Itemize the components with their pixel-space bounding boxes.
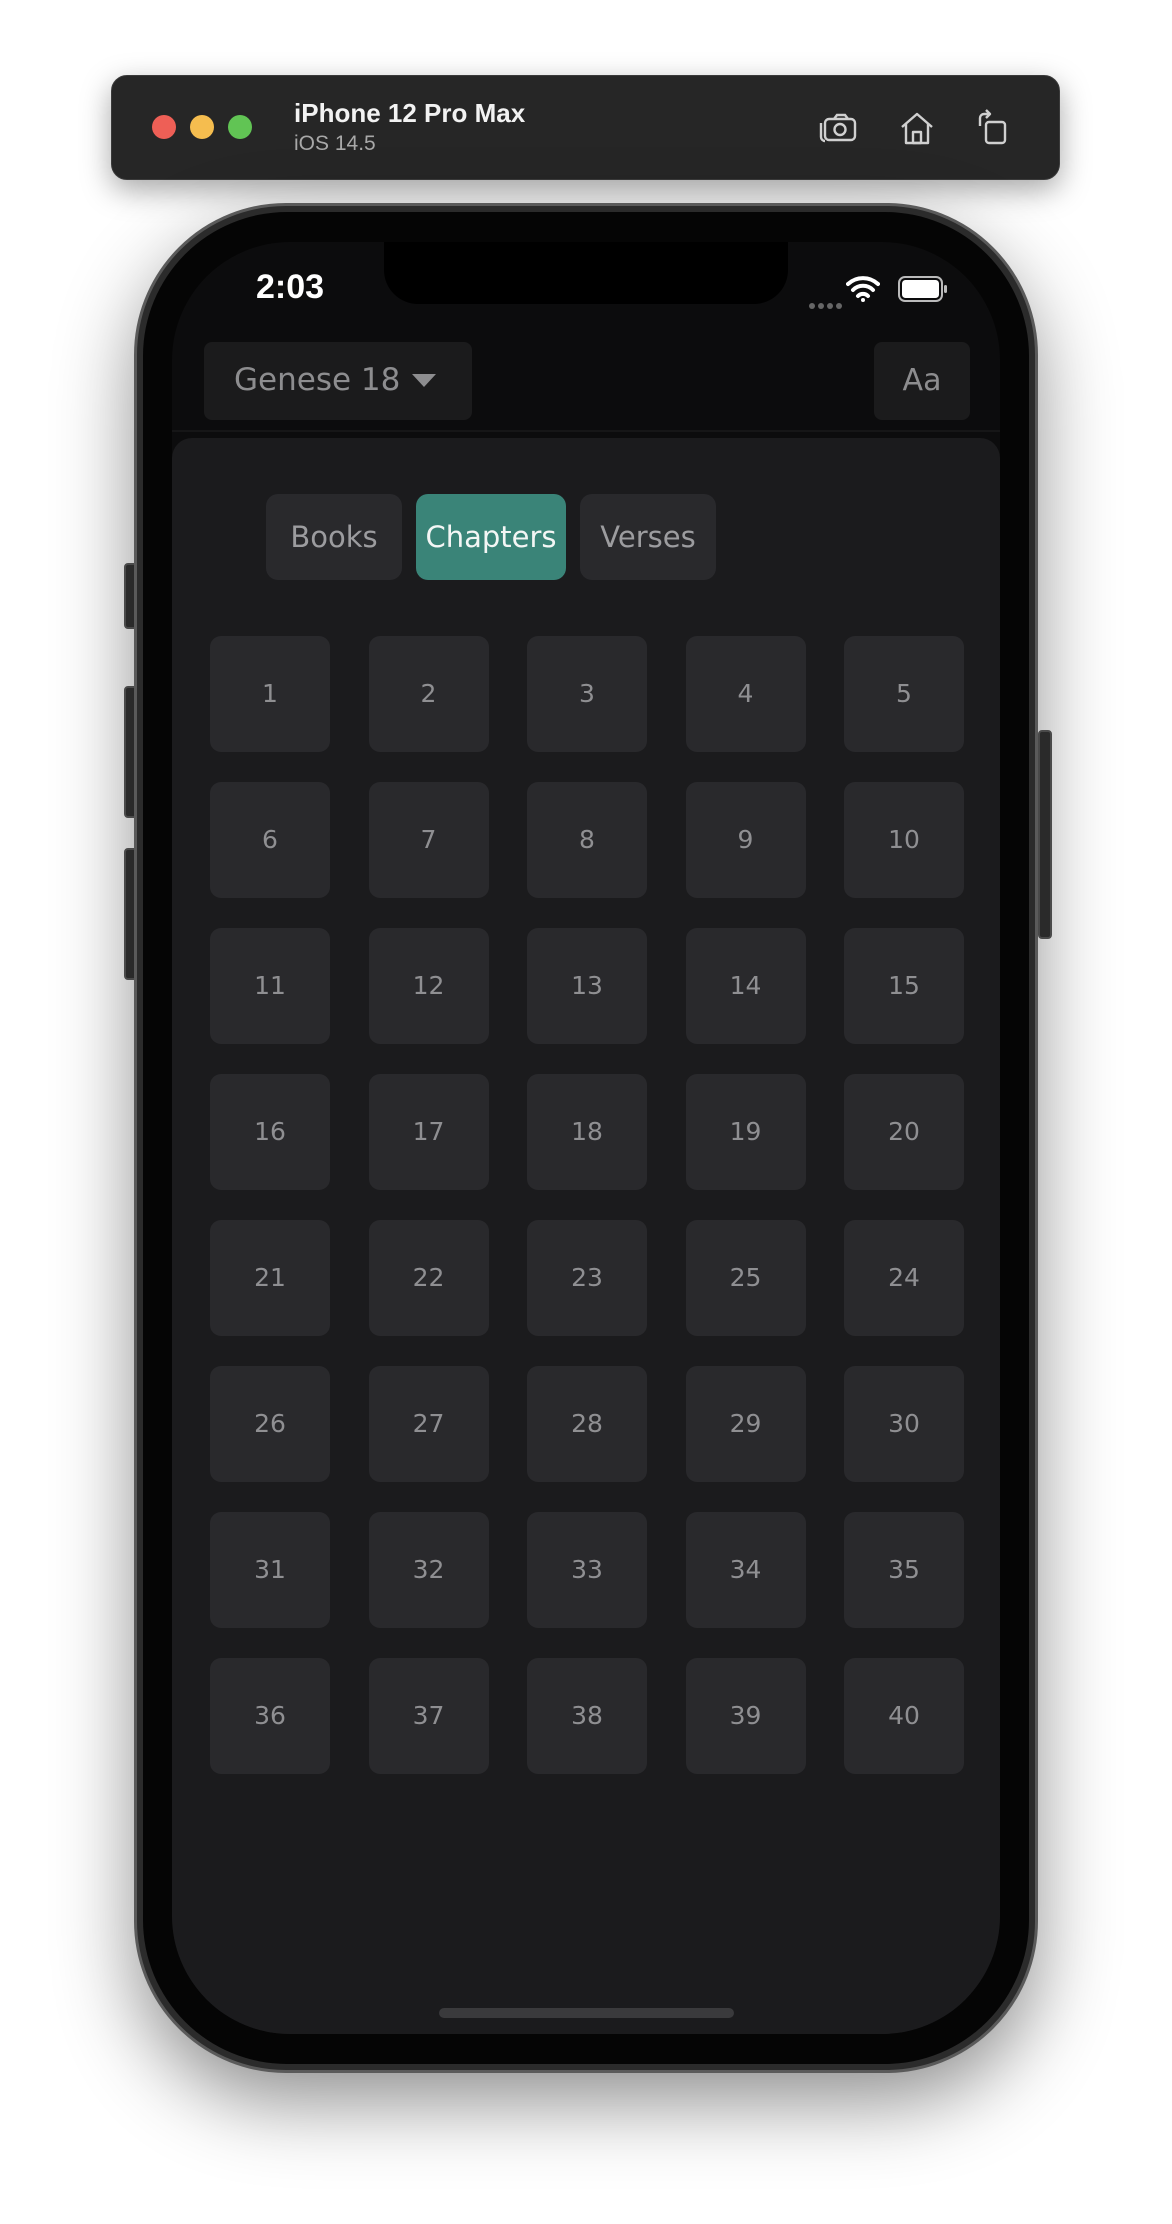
cellular-icon <box>809 294 845 313</box>
chapter-button[interactable]: 13 <box>527 928 647 1044</box>
header-divider <box>172 430 1000 432</box>
chapter-button[interactable]: 17 <box>368 1074 489 1190</box>
chapter-button[interactable]: 1 <box>210 636 330 752</box>
chapter-button[interactable]: 36 <box>210 1658 330 1774</box>
chapter-button[interactable]: 30 <box>844 1366 964 1482</box>
tab-books[interactable]: Books <box>266 494 402 580</box>
chapter-button[interactable]: 35 <box>844 1512 964 1628</box>
chapter-button[interactable]: 29 <box>685 1366 806 1482</box>
chapter-button[interactable]: 7 <box>368 782 489 898</box>
home-indicator[interactable] <box>439 2008 734 2018</box>
font-settings-button[interactable]: Aa <box>874 342 970 420</box>
chapter-button[interactable]: 16 <box>210 1074 330 1190</box>
close-window-button[interactable] <box>152 115 176 139</box>
chapter-button[interactable]: 28 <box>527 1366 647 1482</box>
chapter-button[interactable]: 26 <box>210 1366 330 1482</box>
book-chapter-selector[interactable]: Genese 18 <box>204 342 472 420</box>
chapter-button[interactable]: 27 <box>368 1366 489 1482</box>
minimize-window-button[interactable] <box>190 115 214 139</box>
chapter-button[interactable]: 39 <box>685 1658 806 1774</box>
chapter-button[interactable]: 10 <box>844 782 964 898</box>
tab-verses[interactable]: Verses <box>580 494 716 580</box>
chapter-button[interactable]: 19 <box>685 1074 806 1190</box>
chapter-button[interactable]: 3 <box>527 636 647 752</box>
chapter-button[interactable]: 34 <box>685 1512 806 1628</box>
chapter-button[interactable]: 12 <box>368 928 489 1044</box>
chapter-button[interactable]: 8 <box>527 782 647 898</box>
chapter-button[interactable]: 24 <box>844 1220 964 1336</box>
chapter-button[interactable]: 9 <box>685 782 806 898</box>
chapter-grid: 1 2 3 4 5 6 7 8 9 10 11 12 13 14 15 16 17 18 19 20 21 22 23 25 2… <box>210 636 964 1774</box>
rotate-icon[interactable] <box>971 106 1015 150</box>
chapter-button[interactable]: 4 <box>685 636 806 752</box>
chapter-button[interactable]: 18 <box>527 1074 647 1190</box>
device-name: iPhone 12 Pro Max <box>294 98 526 128</box>
phone-screen: 2:03 Genese 18 Aa Books Chapters Verses … <box>172 242 1000 2034</box>
chapter-picker-panel: Books Chapters Verses 1 2 3 4 5 6 7 8 9 10 11 12 13 1… <box>172 438 1000 2034</box>
chapter-button[interactable]: 25 <box>685 1220 806 1336</box>
chapter-button[interactable]: 23 <box>527 1220 647 1336</box>
book-chapter-label: Genese 18 <box>234 362 401 398</box>
home-icon[interactable] <box>895 106 939 150</box>
status-time: 2:03 <box>256 268 325 306</box>
wifi-icon <box>846 274 880 306</box>
chapter-button[interactable]: 5 <box>844 636 964 752</box>
tab-chapters[interactable]: Chapters <box>416 494 566 580</box>
chapter-button[interactable]: 37 <box>368 1658 489 1774</box>
caret-down-icon <box>412 374 436 387</box>
chapter-button[interactable]: 22 <box>368 1220 489 1336</box>
chapter-button[interactable]: 32 <box>368 1512 489 1628</box>
os-version: iOS 14.5 <box>294 132 376 155</box>
notch <box>384 242 788 304</box>
zoom-window-button[interactable] <box>228 115 252 139</box>
chapter-button[interactable]: 40 <box>844 1658 964 1774</box>
screenshot-icon[interactable] <box>817 106 861 150</box>
chapter-button[interactable]: 2 <box>368 636 489 752</box>
chapter-button[interactable]: 14 <box>685 928 806 1044</box>
chapter-button[interactable]: 21 <box>210 1220 330 1336</box>
chapter-button[interactable]: 15 <box>844 928 964 1044</box>
chapter-button[interactable]: 11 <box>210 928 330 1044</box>
chapter-button[interactable]: 31 <box>210 1512 330 1628</box>
chapter-button[interactable]: 38 <box>527 1658 647 1774</box>
simulator-title-bar: iPhone 12 Pro Max iOS 14.5 <box>111 75 1060 180</box>
chapter-button[interactable]: 33 <box>527 1512 647 1628</box>
chapter-button[interactable]: 20 <box>844 1074 964 1190</box>
power-button <box>1038 730 1052 939</box>
chapter-button[interactable]: 6 <box>210 782 330 898</box>
battery-icon <box>898 276 948 306</box>
